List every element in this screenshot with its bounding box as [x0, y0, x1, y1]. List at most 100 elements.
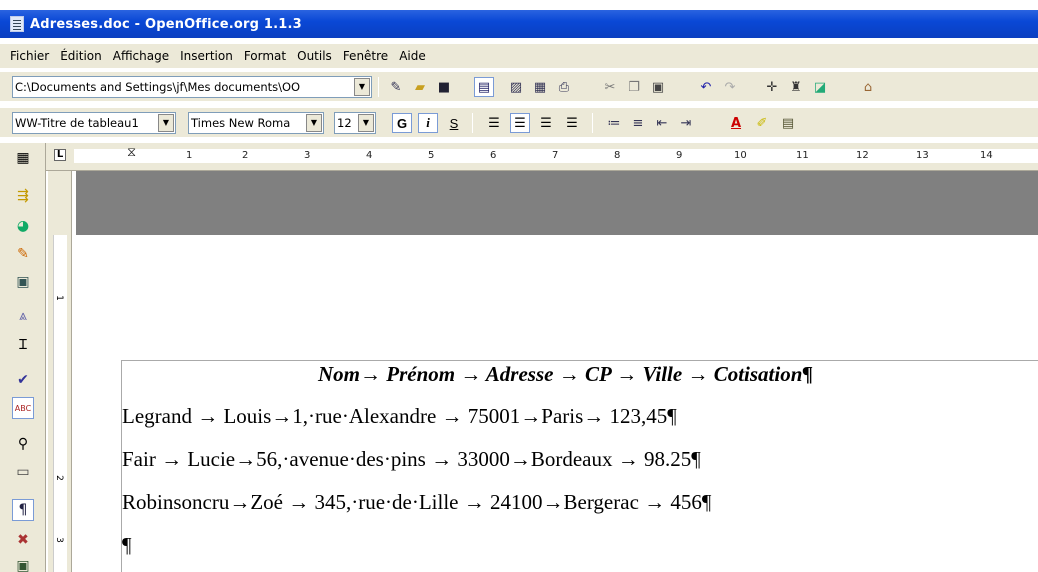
ruler-number: 3 — [304, 150, 311, 161]
menu-outils[interactable]: Outils — [297, 49, 332, 63]
redo-icon[interactable]: ↷ — [720, 77, 740, 97]
align-center-icon[interactable]: ☰ — [510, 113, 530, 133]
ruler-number: 6 — [490, 150, 497, 161]
tab-stop-selector[interactable]: L — [54, 149, 66, 161]
printer-icon[interactable]: ⎙ — [554, 77, 574, 97]
align-right-icon[interactable]: ☰ — [536, 113, 556, 133]
form-icon[interactable]: ▣ — [12, 271, 34, 293]
font-size-combo[interactable]: 12 ▼ — [334, 112, 376, 134]
menu-aide[interactable]: Aide — [399, 49, 426, 63]
bullets-icon[interactable]: ≡ — [628, 113, 648, 133]
menu-fenetre[interactable]: Fenêtre — [343, 49, 388, 63]
underline-button[interactable]: S — [444, 113, 464, 133]
navigator-icon[interactable]: ✛ — [762, 77, 782, 97]
horizontal-ruler[interactable]: L ⧖ 1 2 3 4 5 6 7 8 9 10 11 12 13 14 — [46, 143, 1038, 171]
ruler-number: 2 — [53, 475, 64, 481]
stylist-icon[interactable]: ♜ — [786, 77, 806, 97]
online-layout-icon[interactable]: ▣ — [12, 555, 34, 572]
ruler-number: 2 — [242, 150, 249, 161]
path-value: C:\Documents and Settings\jf\Mes documen… — [15, 80, 301, 94]
paste-icon[interactable]: ▣ — [648, 77, 668, 97]
ruler-number: 1 — [53, 295, 64, 301]
toolbar-separator — [378, 77, 379, 97]
paragraph-style-combo[interactable]: WW-Titre de tableau1 ▼ — [12, 112, 176, 134]
menu-affichage[interactable]: Affichage — [113, 49, 169, 63]
bold-button[interactable]: G — [392, 113, 412, 133]
menu-format[interactable]: Format — [244, 49, 286, 63]
insert-fields-icon[interactable]: ⇶ — [12, 185, 34, 207]
spellcheck-icon[interactable]: ✔ — [12, 369, 34, 391]
ruler-number: 1 — [186, 150, 193, 161]
increase-indent-icon[interactable]: ⇥ — [676, 113, 696, 133]
ruler-number: 13 — [916, 150, 929, 161]
text-cursor-icon[interactable]: Ɪ — [12, 333, 34, 355]
font-name-combo[interactable]: Times New Roma ▼ — [188, 112, 324, 134]
ruler-number: 5 — [428, 150, 435, 161]
justify-icon[interactable]: ☰ — [562, 113, 582, 133]
ruler-number: 11 — [796, 150, 809, 161]
chevron-down-icon[interactable]: ▼ — [358, 114, 374, 132]
edit-file-icon[interactable]: ✎ — [386, 77, 406, 97]
formatting-toolbar: WW-Titre de tableau1 ▼ Times New Roma ▼ … — [0, 107, 1038, 137]
address-row[interactable]: Robinsoncru→Zoé → 345,·rue·de·Lille → 24… — [122, 490, 711, 515]
document-icon — [10, 16, 24, 32]
vertical-ruler[interactable]: 1 2 3 — [48, 171, 72, 572]
paragraph-style-value: WW-Titre de tableau1 — [15, 116, 139, 130]
chevron-down-icon[interactable]: ▼ — [306, 114, 322, 132]
ruler-number: 8 — [614, 150, 621, 161]
indent-marker[interactable]: ⧖ — [127, 145, 136, 160]
function-toolbar: C:\Documents and Settings\jf\Mes documen… — [0, 71, 1038, 101]
toolbar-separator — [592, 113, 593, 133]
ruler-number: 3 — [53, 537, 64, 543]
data-sources-icon[interactable]: ⌂ — [858, 77, 878, 97]
menu-insertion[interactable]: Insertion — [180, 49, 233, 63]
numbering-icon[interactable]: ≔ — [604, 113, 624, 133]
align-left-icon[interactable]: ☰ — [484, 113, 504, 133]
italic-button[interactable]: i — [418, 113, 438, 133]
font-size-value: 12 — [337, 116, 352, 130]
chevron-down-icon[interactable]: ▼ — [354, 78, 370, 96]
ruler-number: 7 — [552, 150, 559, 161]
address-row[interactable]: Legrand → Louis→1,·rue·Alexandre → 75001… — [122, 404, 677, 429]
print-file-icon[interactable]: ▦ — [530, 77, 550, 97]
background-color-icon[interactable]: ▤ — [778, 113, 798, 133]
undo-icon[interactable]: ↶ — [696, 77, 716, 97]
window-title: Adresses.doc - OpenOffice.org 1.1.3 — [30, 16, 302, 32]
export-pdf-icon[interactable]: ▨ — [506, 77, 526, 97]
address-row[interactable]: Fair → Lucie→56,·avenue·des·pins → 33000… — [122, 447, 701, 472]
empty-paragraph[interactable]: ¶ — [122, 533, 132, 558]
ruler-band — [53, 235, 67, 572]
toolbar-separator — [472, 113, 473, 133]
nonprinting-chars-icon[interactable]: ¶ — [12, 499, 34, 521]
data-source-icon[interactable]: ▭ — [12, 461, 34, 483]
path-combo[interactable]: C:\Documents and Settings\jf\Mes documen… — [12, 76, 372, 98]
menu-fichier[interactable]: Fichier — [10, 49, 49, 63]
insert-draw-icon[interactable]: ✎ — [12, 243, 34, 265]
copy-icon[interactable]: ❐ — [624, 77, 644, 97]
font-name-value: Times New Roma — [191, 116, 291, 130]
hide-fields-icon[interactable]: ✖ — [12, 529, 34, 551]
menu-bar: Fichier Édition Affichage Insertion Form… — [0, 44, 1038, 68]
decrease-indent-icon[interactable]: ⇤ — [652, 113, 672, 133]
ruler-number: 10 — [734, 150, 747, 161]
open-folder-icon[interactable]: ▰ — [410, 77, 430, 97]
menu-edition[interactable]: Édition — [60, 49, 102, 63]
gallery-icon[interactable]: ◪ — [810, 77, 830, 97]
edit-mode-icon[interactable]: ▤ — [474, 77, 494, 97]
chevron-down-icon[interactable]: ▼ — [158, 114, 174, 132]
text-boundary — [121, 360, 1038, 361]
save-icon[interactable]: ■ — [434, 77, 454, 97]
insert-object-icon[interactable]: ◕ — [12, 215, 34, 237]
document-background — [76, 171, 1038, 235]
highlight-icon[interactable]: ✐ — [752, 113, 772, 133]
cut-icon[interactable]: ✂ — [600, 77, 620, 97]
title-bar: Adresses.doc - OpenOffice.org 1.1.3 — [0, 10, 1038, 38]
main-toolbar: ▦ ⇶ ◕ ✎ ▣ ⩓ Ɪ ✔ ABC ⚲ ▭ ¶ ✖ ▣ — [0, 143, 46, 572]
autospellcheck-icon[interactable]: ABC — [12, 397, 34, 419]
find-replace-icon[interactable]: ⚲ — [12, 433, 34, 455]
table-icon[interactable]: ▦ — [12, 147, 34, 169]
text-attributes-icon[interactable]: ⩓ — [12, 305, 34, 327]
font-color-icon[interactable]: A — [726, 113, 746, 133]
table-header-line[interactable]: Nom→ Prénom → Adresse → CP → Ville → Cot… — [318, 362, 813, 387]
ruler-number: 9 — [676, 150, 683, 161]
